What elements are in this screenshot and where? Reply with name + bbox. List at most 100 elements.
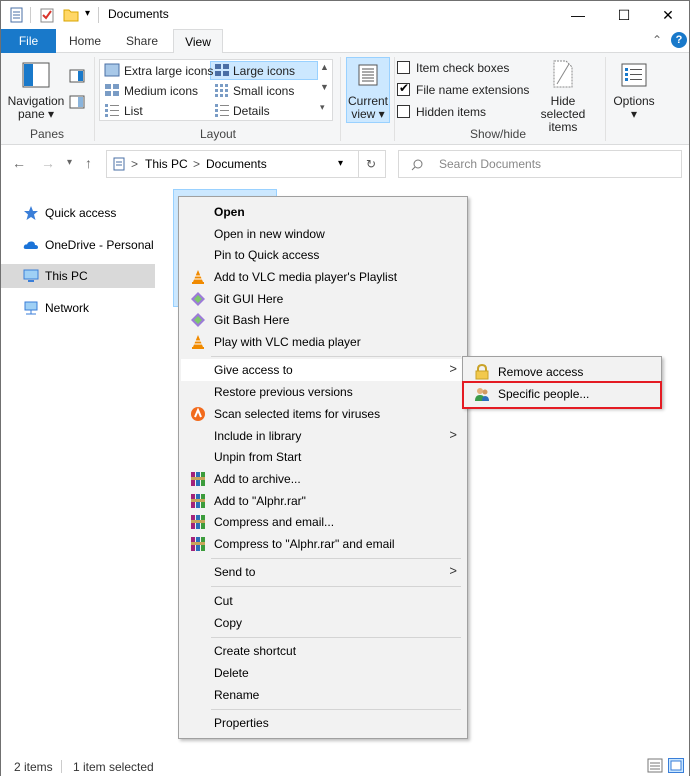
vlc-icon <box>192 335 204 349</box>
close-button[interactable]: ✕ <box>645 1 690 29</box>
gallery-down-icon[interactable]: ▼ <box>320 82 329 92</box>
breadcrumb-documents[interactable]: Documents <box>206 157 267 171</box>
menu-add-archive[interactable]: Add to archive... <box>181 468 465 490</box>
recent-locations-icon[interactable]: ▾ <box>67 157 72 168</box>
menu-add-alphr-rar[interactable]: Add to "Alphr.rar" <box>181 490 465 512</box>
hide-selected-label-1: Hide selected <box>540 94 586 121</box>
gallery-up-icon[interactable]: ▲ <box>320 62 329 72</box>
menu-git-gui[interactable]: Git GUI Here <box>181 288 465 310</box>
menu-restore-previous[interactable]: Restore previous versions <box>181 381 465 403</box>
menu-give-access-to[interactable]: Give access to > <box>181 359 465 381</box>
menu-cut[interactable]: Cut <box>181 590 465 612</box>
hide-selected-items-icon <box>553 60 573 88</box>
menu-rename[interactable]: Rename <box>181 684 465 706</box>
title-bar: ▾ Documents — ☐ ✕ <box>1 1 689 29</box>
menu-compress-email[interactable]: Compress and email... <box>181 511 465 533</box>
antivirus-icon <box>191 407 205 421</box>
winrar-icon <box>191 472 205 486</box>
help-icon[interactable]: ? <box>671 32 687 48</box>
star-icon <box>24 206 38 220</box>
ribbon-collapse-icon[interactable]: ⌃ <box>652 33 662 47</box>
layout-medium-icons[interactable]: Medium icons <box>124 84 198 98</box>
breadcrumb-this-pc[interactable]: This PC <box>145 157 188 171</box>
network-icon <box>24 301 38 315</box>
nav-quick-access[interactable]: Quick access <box>1 201 155 225</box>
maximize-button[interactable]: ☐ <box>601 1 647 29</box>
navigation-pane-label-2: pane ▾ <box>17 107 55 121</box>
menu-compress-alphr-email[interactable]: Compress to "Alphr.rar" and email <box>181 533 465 555</box>
back-arrow-icon[interactable]: ← <box>12 155 26 171</box>
menu-delete[interactable]: Delete <box>181 662 465 684</box>
preview-pane-icon[interactable] <box>69 69 85 83</box>
breadcrumb-separator: > <box>131 157 139 171</box>
large-icons-view-icon[interactable] <box>668 758 684 773</box>
status-item-count: 2 items <box>14 760 53 774</box>
menu-scan-viruses[interactable]: Scan selected items for viruses <box>181 403 465 425</box>
layout-details[interactable]: Details <box>233 104 270 118</box>
minimize-button[interactable]: — <box>555 1 601 29</box>
menu-open-new-window[interactable]: Open in new window <box>181 223 465 245</box>
large-icons-icon <box>215 64 229 76</box>
tab-view[interactable]: View <box>173 29 223 54</box>
cloud-icon <box>23 241 38 249</box>
tab-file[interactable]: File <box>1 29 56 53</box>
menu-send-to[interactable]: Send to > <box>181 561 465 583</box>
menu-copy[interactable]: Copy <box>181 612 465 634</box>
menu-vlc-playlist[interactable]: Add to VLC media player's Playlist <box>181 266 465 288</box>
options-button[interactable]: Options ▾ <box>609 95 659 121</box>
layout-small-icons[interactable]: Small icons <box>233 84 294 98</box>
forward-arrow-icon[interactable]: → <box>41 155 55 171</box>
details-view-icon[interactable] <box>647 758 663 773</box>
menu-unpin-start[interactable]: Unpin from Start <box>181 446 465 468</box>
search-box[interactable]: Search Documents <box>398 150 682 178</box>
current-view-icon <box>358 64 378 86</box>
tab-share[interactable]: Share <box>117 29 167 53</box>
ribbon-tabs: File Home Share View ⌃ <box>1 29 689 54</box>
layout-extra-large-icons[interactable]: Extra large icons <box>124 64 213 78</box>
menu-include-library[interactable]: Include in library > <box>181 425 465 447</box>
ribbon: Navigation pane ▾ Panes Extra large icon… <box>1 53 689 145</box>
qat-dropdown-icon[interactable]: ▾ <box>85 8 90 19</box>
file-name-extensions-checkbox[interactable]: ✔ <box>397 81 410 96</box>
file-name-extensions-label[interactable]: File name extensions <box>416 83 529 97</box>
search-placeholder: Search Documents <box>439 157 542 171</box>
hidden-items-checkbox[interactable] <box>397 105 410 118</box>
menu-pin-quick-access[interactable]: Pin to Quick access <box>181 244 465 266</box>
tab-home[interactable]: Home <box>61 29 109 53</box>
address-dropdown-icon[interactable]: ▾ <box>338 158 343 169</box>
status-selected-count: 1 item selected <box>73 760 154 774</box>
address-bar[interactable]: > This PC > Documents ▾ ↻ <box>106 150 386 178</box>
submenu-arrow-icon: > <box>449 563 457 578</box>
nav-this-pc[interactable]: This PC <box>1 264 155 288</box>
show-hide-group-label: Show/hide <box>469 127 527 141</box>
gallery-more-icon[interactable]: ▾ <box>320 102 325 113</box>
nav-onedrive[interactable]: OneDrive - Personal <box>1 233 155 257</box>
folder-icon[interactable] <box>63 7 79 23</box>
menu-create-shortcut[interactable]: Create shortcut <box>181 640 465 662</box>
details-icon <box>215 104 229 117</box>
item-check-boxes-label[interactable]: Item check boxes <box>416 61 509 75</box>
documents-icon <box>113 157 125 171</box>
layout-large-icons[interactable]: Large icons <box>233 64 295 78</box>
navigation-pane-button[interactable]: Navigation pane ▾ <box>5 95 67 121</box>
nav-this-pc-label: This PC <box>45 269 88 283</box>
checklist-icon[interactable] <box>40 7 54 23</box>
properties-icon[interactable] <box>10 7 24 23</box>
small-icons-icon <box>215 84 228 97</box>
explorer-window: ▾ Documents — ☐ ✕ File Home Share View ⌃… <box>0 0 690 776</box>
layout-list[interactable]: List <box>124 104 143 118</box>
hidden-items-label[interactable]: Hidden items <box>416 105 486 119</box>
up-arrow-icon[interactable]: ↑ <box>85 155 92 171</box>
status-bar: 2 items 1 item selected <box>1 755 689 776</box>
menu-git-bash[interactable]: Git Bash Here <box>181 309 465 331</box>
menu-play-vlc[interactable]: Play with VLC media player <box>181 331 465 353</box>
menu-open[interactable]: Open <box>181 201 465 223</box>
item-check-boxes-checkbox[interactable] <box>397 61 410 74</box>
details-pane-icon[interactable] <box>69 95 85 109</box>
current-view-button[interactable]: Current view ▾ <box>346 57 390 123</box>
menu-properties[interactable]: Properties <box>181 712 465 734</box>
submenu-remove-access[interactable]: Remove access <box>465 361 659 383</box>
refresh-icon[interactable]: ↻ <box>366 157 376 171</box>
layout-group-label: Layout <box>199 127 237 141</box>
nav-network[interactable]: Network <box>1 296 155 320</box>
